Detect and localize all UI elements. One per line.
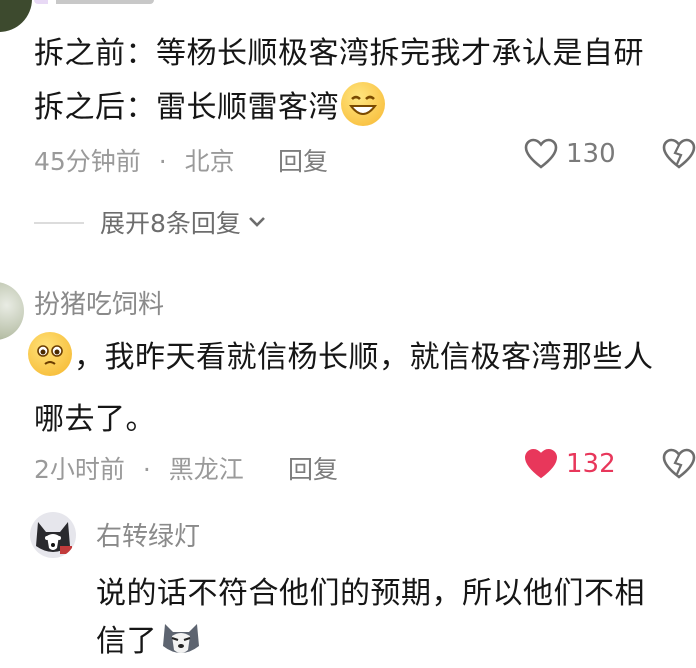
username-cut bbox=[34, 0, 154, 4]
comment-text-line1: 说的话不符合他们的预期，所以他们不相 bbox=[96, 576, 645, 611]
dislike-button[interactable] bbox=[662, 448, 696, 484]
husky-emoji-face bbox=[163, 624, 199, 653]
like-count: 130 bbox=[566, 139, 616, 169]
location: 北京 bbox=[184, 147, 235, 176]
comment-text: 拆之后：雷长顺雷客湾 bbox=[34, 82, 385, 126]
expand-replies-label: 展开8条回复 bbox=[100, 209, 241, 238]
comment-text-line1: ，我昨天看就信杨长顺，就信极客湾那些人 bbox=[74, 340, 654, 375]
husky-emoji bbox=[159, 616, 203, 660]
chevron-down-icon bbox=[248, 217, 265, 227]
comment-text-line2: 拆之后：雷长顺雷客湾 bbox=[34, 90, 339, 125]
like-count: 132 bbox=[566, 449, 616, 479]
location: 黑龙江 bbox=[168, 455, 244, 484]
separator: · bbox=[158, 147, 167, 176]
comment-text: ，我昨天看就信杨长顺，就信极客湾那些人 bbox=[28, 332, 654, 376]
avatar[interactable] bbox=[0, 282, 24, 340]
dislike-button[interactable] bbox=[662, 138, 696, 174]
reply-button[interactable]: 回复 bbox=[278, 142, 328, 178]
expand-replies-button[interactable]: 展开8条回复 bbox=[100, 204, 267, 240]
expand-divider bbox=[34, 222, 84, 224]
like-button[interactable]: 132 bbox=[524, 448, 616, 480]
pleading-emoji bbox=[28, 332, 72, 376]
comment-text-line2: 信了 bbox=[96, 624, 157, 659]
dislike-heart-icon bbox=[662, 448, 696, 479]
husky-avatar-icon bbox=[36, 522, 72, 554]
timestamp: 2小时前 bbox=[34, 455, 125, 484]
grin-emoji-face bbox=[348, 95, 378, 115]
comment-meta: 2小时前 · 黑龙江 bbox=[34, 450, 244, 486]
timestamp: 45分钟前 bbox=[34, 147, 141, 176]
username[interactable]: 扮猪吃饲料 bbox=[34, 284, 164, 321]
pleading-emoji-face bbox=[37, 345, 63, 365]
grin-emoji bbox=[341, 82, 385, 126]
comment-text-line2: 哪去了。 bbox=[34, 402, 156, 437]
heart-icon bbox=[524, 138, 558, 169]
comment-meta: 45分钟前 · 北京 bbox=[34, 142, 235, 178]
avatar[interactable] bbox=[30, 512, 76, 558]
reply-button[interactable]: 回复 bbox=[288, 450, 338, 486]
dislike-heart-icon bbox=[662, 138, 696, 169]
username[interactable]: 右转绿灯 bbox=[96, 516, 200, 553]
comment-text: 信了 bbox=[96, 616, 203, 660]
heart-icon bbox=[524, 448, 558, 479]
like-button[interactable]: 130 bbox=[524, 138, 616, 170]
comment-text: 拆之前：等杨长顺极客湾拆完我才承认是自研 bbox=[34, 36, 644, 71]
separator: · bbox=[142, 455, 151, 484]
avatar[interactable] bbox=[0, 0, 32, 32]
